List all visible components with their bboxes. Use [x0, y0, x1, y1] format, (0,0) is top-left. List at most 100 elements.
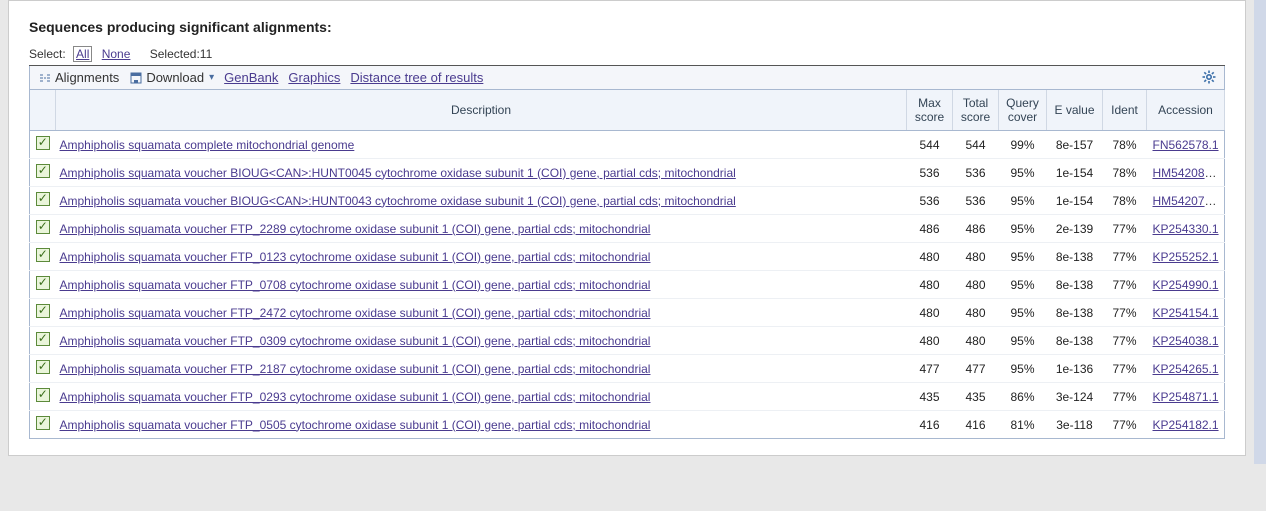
accession-link[interactable]: KP254265.1	[1153, 362, 1219, 376]
row-checkbox[interactable]	[36, 416, 50, 430]
cell-total-score: 536	[953, 159, 999, 187]
col-total-score[interactable]: Total score	[953, 90, 999, 131]
cell-max-score: 480	[907, 271, 953, 299]
cell-ident: 77%	[1103, 327, 1147, 355]
row-checkbox[interactable]	[36, 164, 50, 178]
description-link[interactable]: Amphipholis squamata voucher FTP_0708 cy…	[60, 278, 651, 292]
download-button[interactable]: Download ▾	[129, 70, 214, 85]
cell-query-cover: 95%	[999, 355, 1047, 383]
col-description[interactable]: Description	[56, 90, 907, 131]
table-row: Amphipholis squamata voucher FTP_0309 cy…	[30, 327, 1225, 355]
row-checkbox[interactable]	[36, 192, 50, 206]
description-link[interactable]: Amphipholis squamata voucher FTP_2187 cy…	[60, 362, 651, 376]
selected-count: Selected:11	[150, 47, 213, 61]
col-checkbox	[30, 90, 56, 131]
cell-e-value: 8e-138	[1047, 299, 1103, 327]
cell-max-score: 480	[907, 299, 953, 327]
accession-link[interactable]: KP254990.1	[1153, 278, 1219, 292]
cell-total-score: 480	[953, 243, 999, 271]
description-link[interactable]: Amphipholis squamata voucher FTP_0293 cy…	[60, 390, 651, 404]
col-e-value[interactable]: E value	[1047, 90, 1103, 131]
select-all-link[interactable]: All	[73, 46, 92, 62]
col-accession[interactable]: Accession	[1147, 90, 1225, 131]
table-row: Amphipholis squamata voucher FTP_0293 cy…	[30, 383, 1225, 411]
cell-max-score: 544	[907, 131, 953, 159]
cell-ident: 77%	[1103, 243, 1147, 271]
cell-e-value: 2e-139	[1047, 215, 1103, 243]
cell-max-score: 486	[907, 215, 953, 243]
description-link[interactable]: Amphipholis squamata voucher FTP_2289 cy…	[60, 222, 651, 236]
row-checkbox[interactable]	[36, 388, 50, 402]
description-link[interactable]: Amphipholis squamata voucher FTP_0505 cy…	[60, 418, 651, 432]
select-none-link[interactable]: None	[102, 47, 131, 61]
accession-link[interactable]: KP254871.1	[1153, 390, 1219, 404]
cell-ident: 77%	[1103, 411, 1147, 439]
cell-total-score: 544	[953, 131, 999, 159]
cell-ident: 77%	[1103, 355, 1147, 383]
table-row: Amphipholis squamata voucher FTP_0708 cy…	[30, 271, 1225, 299]
row-checkbox[interactable]	[36, 248, 50, 262]
cell-e-value: 8e-138	[1047, 327, 1103, 355]
accession-link[interactable]: HM542079.1	[1153, 194, 1222, 208]
panel-title: Sequences producing significant alignmen…	[29, 19, 1225, 35]
row-checkbox[interactable]	[36, 136, 50, 150]
cell-max-score: 416	[907, 411, 953, 439]
cell-total-score: 486	[953, 215, 999, 243]
col-max-score[interactable]: Max score	[907, 90, 953, 131]
genbank-link[interactable]: GenBank	[224, 70, 278, 85]
row-checkbox[interactable]	[36, 332, 50, 346]
cell-total-score: 477	[953, 355, 999, 383]
accession-link[interactable]: FN562578.1	[1153, 138, 1219, 152]
cell-e-value: 3e-118	[1047, 411, 1103, 439]
cell-e-value: 8e-157	[1047, 131, 1103, 159]
cell-ident: 77%	[1103, 383, 1147, 411]
alignments-icon	[38, 71, 52, 85]
toolbar: Alignments Download ▾ GenBank Graphics D…	[29, 66, 1225, 90]
download-icon	[129, 71, 143, 85]
table-row: Amphipholis squamata voucher FTP_0505 cy…	[30, 411, 1225, 439]
cell-e-value: 1e-154	[1047, 187, 1103, 215]
graphics-link[interactable]: Graphics	[288, 70, 340, 85]
description-link[interactable]: Amphipholis squamata voucher FTP_2472 cy…	[60, 306, 651, 320]
accession-link[interactable]: KP254038.1	[1153, 334, 1219, 348]
cell-total-score: 480	[953, 271, 999, 299]
cell-query-cover: 86%	[999, 383, 1047, 411]
cell-max-score: 536	[907, 187, 953, 215]
cell-total-score: 480	[953, 327, 999, 355]
table-row: Amphipholis squamata voucher BIOUG<CAN>:…	[30, 187, 1225, 215]
row-checkbox[interactable]	[36, 220, 50, 234]
cell-query-cover: 95%	[999, 215, 1047, 243]
row-checkbox[interactable]	[36, 304, 50, 318]
alignments-panel: Sequences producing significant alignmen…	[8, 0, 1246, 456]
table-row: Amphipholis squamata voucher FTP_2289 cy…	[30, 215, 1225, 243]
cell-max-score: 480	[907, 243, 953, 271]
accession-link[interactable]: KP255252.1	[1153, 250, 1219, 264]
row-checkbox[interactable]	[36, 360, 50, 374]
alignments-button[interactable]: Alignments	[38, 70, 119, 85]
col-query-cover[interactable]: Query cover	[999, 90, 1047, 131]
cell-e-value: 1e-136	[1047, 355, 1103, 383]
cell-e-value: 3e-124	[1047, 383, 1103, 411]
accession-link[interactable]: KP254182.1	[1153, 418, 1219, 432]
distance-tree-link[interactable]: Distance tree of results	[350, 70, 483, 85]
description-link[interactable]: Amphipholis squamata complete mitochondr…	[60, 138, 355, 152]
cell-total-score: 536	[953, 187, 999, 215]
table-row: Amphipholis squamata voucher FTP_2187 cy…	[30, 355, 1225, 383]
accession-link[interactable]: HM542080.1	[1153, 166, 1222, 180]
cell-max-score: 435	[907, 383, 953, 411]
cell-total-score: 435	[953, 383, 999, 411]
description-link[interactable]: Amphipholis squamata voucher FTP_0123 cy…	[60, 250, 651, 264]
accession-link[interactable]: KP254154.1	[1153, 306, 1219, 320]
description-link[interactable]: Amphipholis squamata voucher FTP_0309 cy…	[60, 334, 651, 348]
col-ident[interactable]: Ident	[1103, 90, 1147, 131]
row-checkbox[interactable]	[36, 276, 50, 290]
cell-e-value: 8e-138	[1047, 271, 1103, 299]
description-link[interactable]: Amphipholis squamata voucher BIOUG<CAN>:…	[60, 194, 736, 208]
cell-query-cover: 95%	[999, 243, 1047, 271]
description-link[interactable]: Amphipholis squamata voucher BIOUG<CAN>:…	[60, 166, 736, 180]
gear-icon[interactable]	[1202, 70, 1216, 84]
cell-query-cover: 95%	[999, 271, 1047, 299]
table-row: Amphipholis squamata voucher FTP_2472 cy…	[30, 299, 1225, 327]
results-table: Description Max score Total score Query …	[29, 90, 1225, 439]
accession-link[interactable]: KP254330.1	[1153, 222, 1219, 236]
